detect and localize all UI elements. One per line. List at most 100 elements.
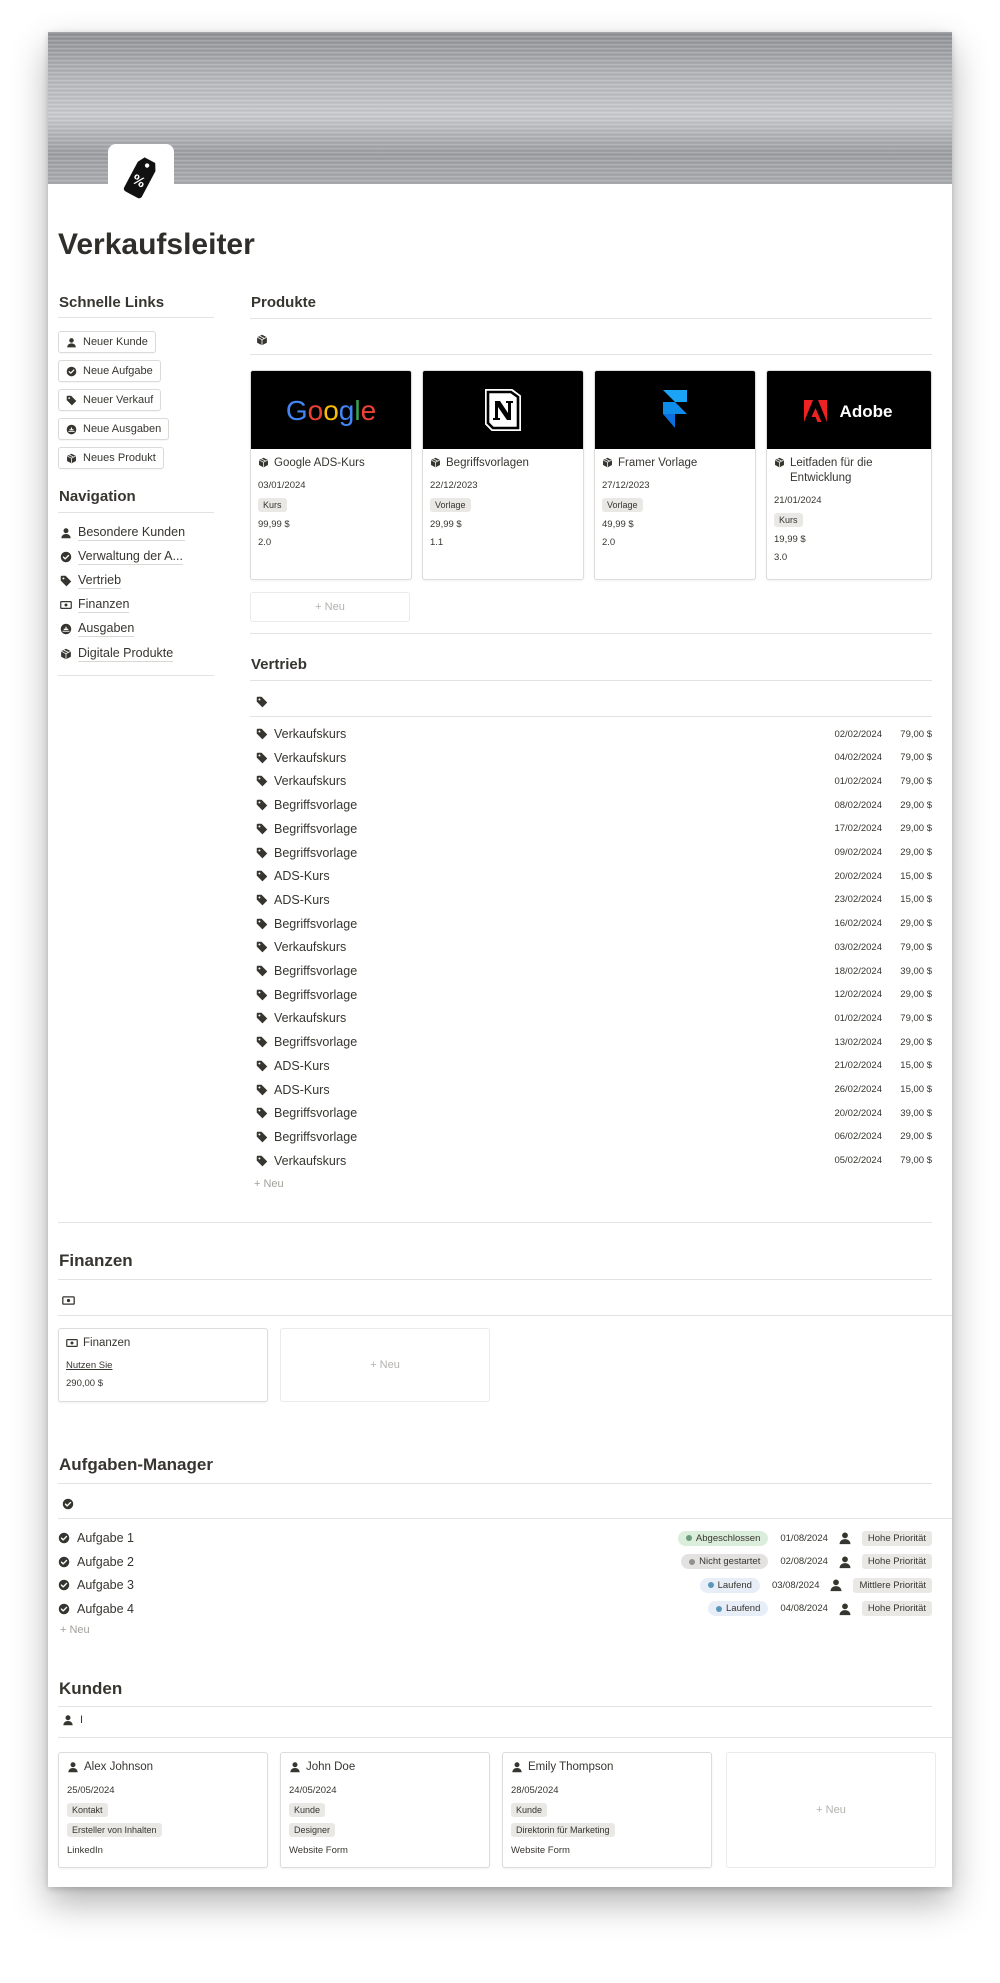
- money-icon[interactable]: [62, 1294, 75, 1307]
- divider: [58, 1706, 932, 1707]
- product-card-framer[interactable]: Framer Vorlage 27/12/2023 Vorlage 49,99 …: [594, 370, 756, 580]
- sale-name: ADS-Kurs: [274, 869, 330, 884]
- sale-date: 06/02/2024: [834, 1131, 882, 1143]
- sales-row[interactable]: ADS-Kurs 21/02/2024 15,00 $: [256, 1056, 932, 1076]
- sale-date: 01/02/2024: [834, 775, 882, 787]
- product-type-tag: Kurs: [774, 513, 803, 527]
- customer-card[interactable]: John Doe 24/05/2024 Kunde Designer Website F…: [280, 1752, 490, 1868]
- customers-view-tab[interactable]: I: [62, 1714, 83, 1726]
- sale-date: 16/02/2024: [834, 918, 882, 930]
- nav-item-expenses[interactable]: Ausgaben: [60, 620, 135, 637]
- sales-row[interactable]: ADS-Kurs 20/02/2024 15,00 $: [256, 866, 932, 886]
- sales-row[interactable]: Begriffsvorlage 17/02/2024 29,00 $: [256, 819, 932, 839]
- plus-icon: +: [370, 1359, 380, 1371]
- customer-card[interactable]: Alex Johnson 25/05/2024 Kontakt Ersteller v…: [58, 1752, 268, 1868]
- tag-icon[interactable]: [256, 696, 268, 708]
- status-badge[interactable]: Abgeschlossen: [677, 1530, 769, 1546]
- task-row[interactable]: Aufgabe 4 Laufend 04/08/2024 Hohe Priorität: [58, 1599, 932, 1619]
- sales-row[interactable]: Verkaufskurs 01/02/2024 79,00 $: [256, 1008, 932, 1028]
- product-card-notion[interactable]: Begriffsvorlagen 22/12/2023 Vorlage 29,9…: [422, 370, 584, 580]
- sales-row[interactable]: Verkaufskurs 05/02/2024 79,00 $: [256, 1151, 932, 1171]
- assignee-avatar-icon[interactable]: [838, 1531, 852, 1545]
- status-badge[interactable]: Laufend: [699, 1577, 760, 1593]
- new-expense-button[interactable]: Neue Ausgaben: [58, 418, 170, 440]
- new-sale-row[interactable]: + Neu: [254, 1178, 284, 1190]
- product-name: Framer Vorlage: [618, 457, 698, 469]
- sale-price: 79,00 $: [900, 1012, 932, 1024]
- sales-row[interactable]: Begriffsvorlage 06/02/2024 29,00 $: [256, 1127, 932, 1147]
- customer-source: Website Form: [289, 1845, 348, 1856]
- sale-date: 20/02/2024: [834, 1107, 882, 1119]
- price-tag-icon[interactable]: %: [108, 144, 174, 210]
- nav-item-task-management[interactable]: Verwaltung der A...: [60, 548, 183, 565]
- new-product-button[interactable]: Neues Produkt: [58, 447, 164, 469]
- sale-price: 29,00 $: [900, 847, 932, 858]
- sale-name: Begriffsvorlage: [274, 964, 358, 978]
- task-row[interactable]: Aufgabe 1 Abgeschlossen 01/08/2024 Hohe Pri…: [58, 1528, 932, 1548]
- sales-row[interactable]: Verkaufskurs 04/02/2024 79,00 $: [256, 748, 932, 768]
- status-badge[interactable]: Laufend: [708, 1601, 769, 1616]
- new-task-row[interactable]: + Neu: [60, 1624, 90, 1636]
- sales-row[interactable]: Begriffsvorlage 08/02/2024 29,00 $: [256, 795, 932, 815]
- sale-date: 17/02/2024: [834, 823, 882, 835]
- sales-row[interactable]: Begriffsvorlage 13/02/2024 29,00 $: [256, 1032, 932, 1052]
- sales-row[interactable]: Begriffsvorlage 09/02/2024 29,00 $: [256, 843, 932, 863]
- sale-price: 79,00 $: [900, 728, 932, 740]
- product-card-google[interactable]: Google Google ADS-Kurs 03/01/2024 Kurs 9…: [250, 370, 412, 580]
- sale-price: 39,00 $: [900, 1107, 932, 1119]
- cover-image[interactable]: [48, 32, 952, 184]
- sale-name: Begriffsvorlage: [274, 916, 358, 931]
- sales-row[interactable]: Verkaufskurs 01/02/2024 79,00 $: [256, 771, 932, 791]
- sales-row[interactable]: ADS-Kurs 23/02/2024 15,00 $: [256, 890, 932, 910]
- customer-card[interactable]: Emily Thompson 28/05/2024 Kunde Direktorin …: [502, 1752, 712, 1868]
- new-customer-card[interactable]: + Neu: [726, 1752, 936, 1868]
- tag-icon: [256, 1036, 268, 1048]
- products-heading: Produkte: [251, 294, 317, 311]
- sales-row[interactable]: Begriffsvorlage 12/02/2024 29,00 $: [256, 985, 932, 1005]
- sales-row[interactable]: Begriffsvorlage 16/02/2024 29,00 $: [256, 914, 932, 934]
- package-icon[interactable]: [256, 334, 268, 346]
- tag-icon: [256, 918, 268, 930]
- sales-row[interactable]: Verkaufskurs 02/02/2024 79,00 $: [256, 724, 932, 744]
- new-finance-card[interactable]: + Neu: [280, 1328, 490, 1402]
- new-sale-button[interactable]: Neuer Verkauf: [58, 389, 162, 411]
- sale-price: 79,00 $: [900, 775, 932, 787]
- sale-date: 03/02/2024: [834, 941, 882, 953]
- new-customer-button[interactable]: Neuer Kunde: [58, 331, 156, 353]
- task-row[interactable]: Aufgabe 3 Laufend 03/08/2024 Mittlere Prior…: [58, 1575, 932, 1595]
- divider: [58, 317, 214, 318]
- new-product-card[interactable]: + Neu: [250, 592, 410, 622]
- product-date: 27/12/2023: [602, 480, 650, 491]
- sales-row[interactable]: ADS-Kurs 26/02/2024 15,00 $: [256, 1080, 932, 1100]
- sale-date: 02/02/2024: [834, 728, 882, 740]
- nav-item-finances[interactable]: Finanzen: [60, 596, 130, 613]
- product-name: Leitfaden für die Entwicklung: [790, 457, 873, 484]
- sales-row[interactable]: Begriffsvorlage 20/02/2024 39,00 $: [256, 1103, 932, 1123]
- divider: [58, 1315, 952, 1316]
- task-row[interactable]: Aufgabe 2 Nicht gestartet 02/08/2024 Hohe P…: [58, 1552, 932, 1572]
- priority-tag: Hohe Priorität: [861, 1530, 932, 1546]
- finance-link[interactable]: Nutzen Sie: [66, 1360, 260, 1371]
- nav-item-special-customers[interactable]: Besondere Kunden: [60, 524, 186, 541]
- navigation-heading: Navigation: [59, 488, 136, 505]
- assignee-avatar-icon[interactable]: [838, 1602, 852, 1616]
- tag-icon: [256, 1012, 268, 1024]
- sale-name: Begriffsvorlage: [274, 1106, 358, 1121]
- nav-item-digital-products[interactable]: Digitale Produkte: [60, 645, 174, 662]
- customer-name: John Doe: [306, 1761, 356, 1773]
- assignee-avatar-icon[interactable]: [838, 1555, 852, 1569]
- sales-row[interactable]: Begriffsvorlage 18/02/2024 39,00 $: [256, 961, 932, 981]
- finance-card[interactable]: Finanzen Nutzen Sie 290,00 $: [58, 1328, 268, 1402]
- tag-icon: [256, 1155, 268, 1167]
- new-task-button[interactable]: Neue Aufgabe: [58, 360, 161, 382]
- status-badge[interactable]: Nicht gestartet: [681, 1554, 769, 1569]
- product-price: 99,99 $: [258, 519, 290, 530]
- assignee-avatar-icon[interactable]: [829, 1578, 843, 1592]
- nav-item-sales[interactable]: Vertrieb: [60, 572, 122, 589]
- tag-icon: [256, 1107, 268, 1119]
- sales-row[interactable]: Verkaufskurs 03/02/2024 79,00 $: [256, 937, 932, 957]
- product-card-adobe[interactable]: Adobe Leitfaden für die Entwicklung 21/0…: [766, 370, 932, 580]
- tag-icon: [66, 395, 77, 406]
- check-circle-icon[interactable]: [62, 1498, 74, 1510]
- product-type-tag: Kurs: [258, 498, 287, 512]
